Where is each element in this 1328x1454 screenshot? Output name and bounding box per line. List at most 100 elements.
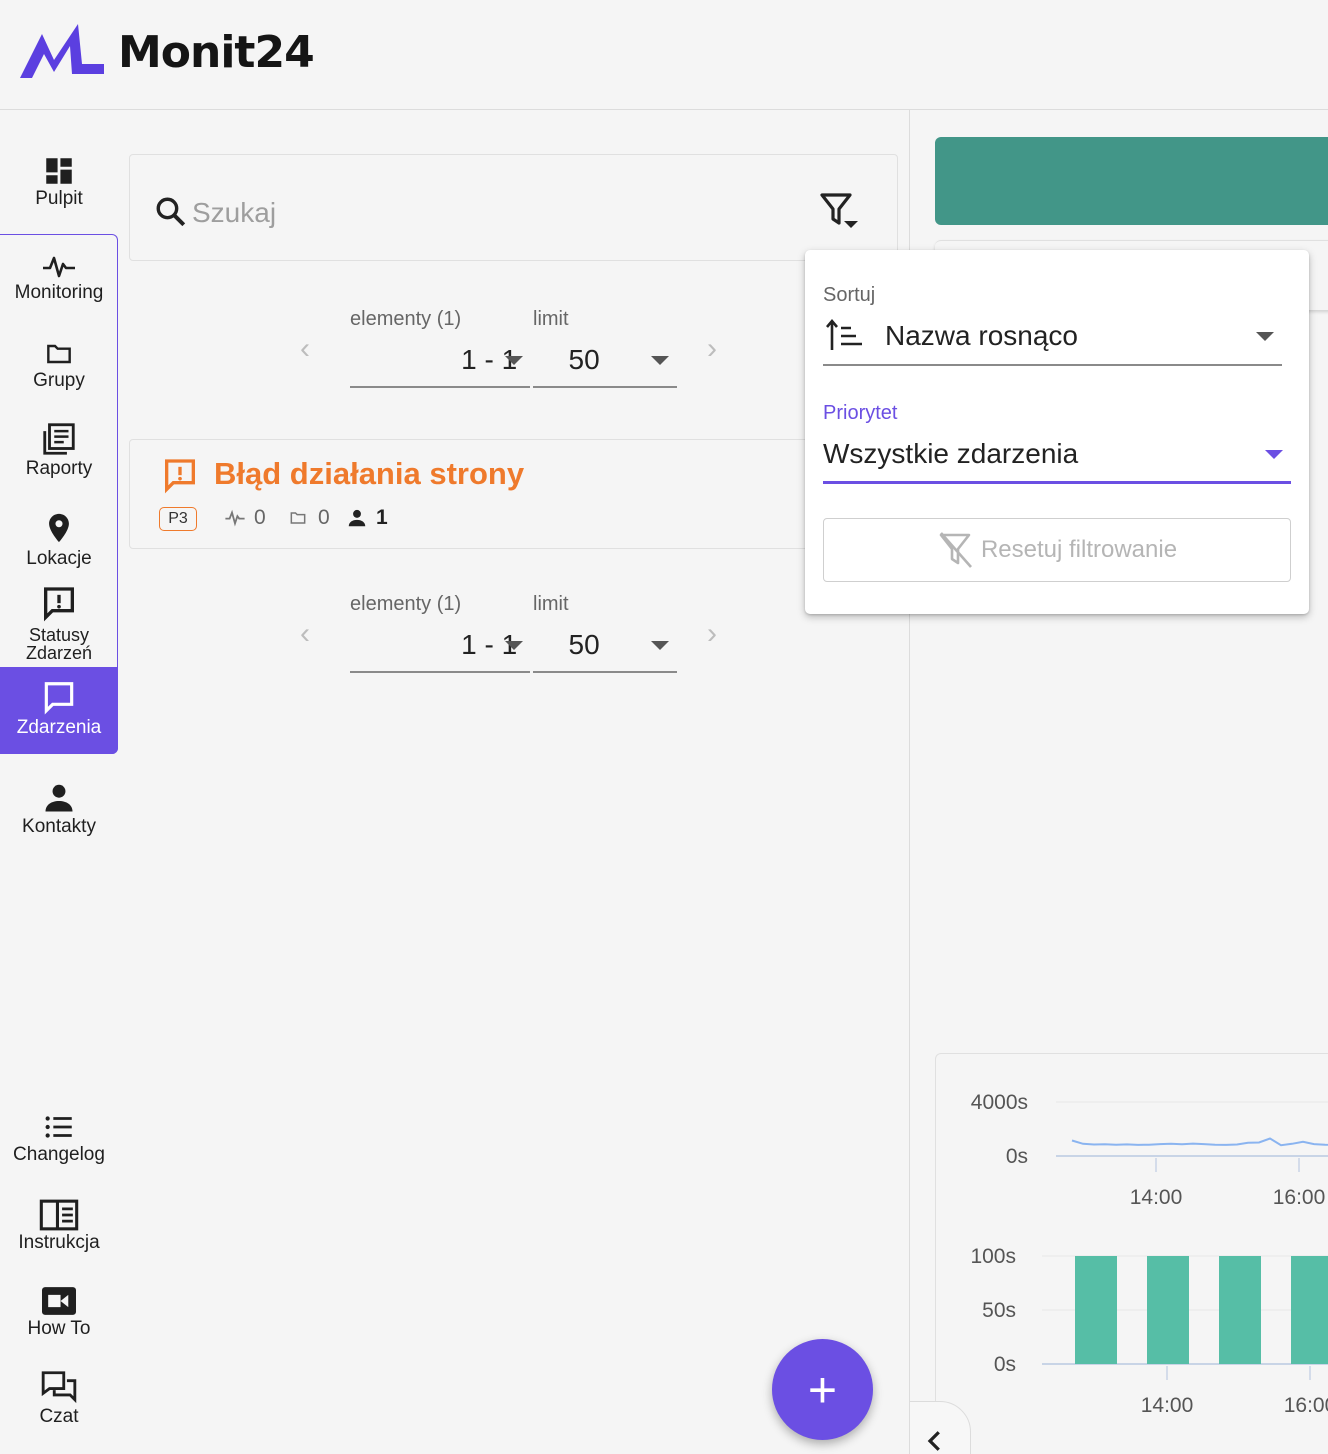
limit-select[interactable]: limit 50 xyxy=(533,593,677,673)
sidebar-item-label: How To xyxy=(27,1318,91,1339)
person-icon xyxy=(348,509,366,527)
event-title[interactable]: Błąd działania strony xyxy=(214,456,524,492)
sidebar: Pulpit Monitoring Grupy Raporty Lokacje … xyxy=(0,110,118,1454)
sidebar-item-label: Czat xyxy=(39,1406,79,1427)
bar xyxy=(1219,1256,1261,1364)
reports-icon xyxy=(43,423,75,455)
bar xyxy=(1075,1256,1117,1364)
priority-label: Priorytet xyxy=(823,402,898,424)
next-page-icon[interactable]: › xyxy=(707,617,717,651)
alert-message-icon xyxy=(44,587,74,622)
groups-count: 0 xyxy=(286,506,330,530)
monitors-count: 0 xyxy=(224,506,266,530)
line-series xyxy=(1071,1137,1328,1147)
sidebar-item-instrukcja[interactable]: Instrukcja xyxy=(0,1198,118,1274)
sidebar-item-label: Grupy xyxy=(33,370,85,391)
sidebar-item-grupy[interactable]: Grupy xyxy=(0,338,118,410)
prev-page-icon[interactable]: ‹ xyxy=(300,617,310,651)
limit-label: limit xyxy=(533,308,569,330)
chevron-down-icon xyxy=(1256,332,1274,341)
sidebar-item-lokacje[interactable]: Lokacje xyxy=(0,508,118,584)
alert-message-icon xyxy=(165,459,195,494)
range-select[interactable]: elementy (1) 1 - 1 xyxy=(350,308,530,388)
charts-svg: 4000s 0s 14:00 16:00 100s 50s 0s 14:00 16:00 xyxy=(970,1091,1328,1417)
prev-page-icon[interactable]: ‹ xyxy=(300,332,310,366)
sidebar-item-changelog[interactable]: Changelog xyxy=(0,1110,118,1186)
sidebar-item-czat[interactable]: Czat xyxy=(0,1368,118,1448)
sidebar-item-label: Changelog xyxy=(13,1144,105,1165)
priority-badge: P3 xyxy=(159,507,197,531)
bar xyxy=(1147,1256,1189,1364)
sidebar-item-label: Zdarzenia xyxy=(16,717,102,738)
sort-label: Sortuj xyxy=(823,284,876,306)
status-summary-bar[interactable] xyxy=(935,137,1328,225)
app-header: Monit24 xyxy=(0,0,1328,110)
x-tick-label: 14:00 xyxy=(1130,1186,1183,1209)
search-icon xyxy=(156,197,186,227)
next-page-icon[interactable]: › xyxy=(707,332,717,366)
sidebar-item-label: Instrukcja xyxy=(18,1232,100,1253)
sidebar-item-statusy[interactable]: Statusy Zdarzeń xyxy=(0,584,118,666)
sort-value: Nazwa rosnąco xyxy=(885,320,1078,351)
add-event-button[interactable]: + xyxy=(772,1339,873,1440)
y-tick-label: 4000s xyxy=(971,1091,1028,1114)
contacts-count: 1 xyxy=(346,506,388,530)
chevron-left-icon xyxy=(927,1431,940,1451)
sidebar-item-label: Monitoring xyxy=(14,282,104,303)
chevron-down-icon xyxy=(505,641,523,650)
search-input[interactable] xyxy=(192,195,752,231)
collapse-panel-button[interactable] xyxy=(909,1401,971,1454)
search-card xyxy=(129,154,898,261)
filter-sort-icon[interactable] xyxy=(818,191,862,231)
logo[interactable]: Monit24 xyxy=(20,24,315,80)
app-name: Monit24 xyxy=(118,26,315,78)
chevron-down-icon xyxy=(1265,450,1283,459)
y-tick-label: 0s xyxy=(994,1353,1016,1376)
sidebar-item-monitoring[interactable]: Monitoring xyxy=(0,252,118,324)
pulse-icon xyxy=(225,509,245,527)
person-icon xyxy=(45,784,73,812)
pager-bottom: ‹ elementy (1) 1 - 1 limit 50 › xyxy=(300,593,730,673)
range-select[interactable]: elementy (1) 1 - 1 xyxy=(350,593,530,673)
elements-label: elementy (1) xyxy=(350,593,462,615)
chat-bubble-icon xyxy=(44,682,74,715)
event-card[interactable]: Błąd działania strony P3 0 0 1 xyxy=(129,439,898,549)
filter-panel: Sortuj Nazwa rosnąco Priorytet Wszystkie… xyxy=(805,250,1309,614)
chevron-down-icon xyxy=(505,356,523,365)
limit-label: limit xyxy=(533,593,569,615)
sidebar-item-raporty[interactable]: Raporty xyxy=(0,420,118,496)
chevron-down-icon xyxy=(651,641,669,650)
x-tick-label: 14:00 xyxy=(1141,1394,1194,1417)
reset-filter-label: Resetuj filtrowanie xyxy=(980,536,1178,563)
x-tick-label: 16:00 xyxy=(1273,1186,1326,1209)
reset-filter-button[interactable]: Resetuj filtrowanie xyxy=(823,518,1291,582)
location-pin-icon xyxy=(49,513,69,543)
sort-ascending-icon xyxy=(826,318,862,350)
logo-mark-icon xyxy=(20,24,104,78)
y-tick-label: 0s xyxy=(1006,1145,1028,1168)
book-icon xyxy=(39,1199,79,1231)
limit-select[interactable]: limit 50 xyxy=(533,308,677,388)
folder-icon xyxy=(47,344,71,364)
filter-off-icon xyxy=(939,532,972,568)
sidebar-item-label: Statusy Zdarzeń xyxy=(25,625,93,663)
folder-icon xyxy=(290,512,306,524)
priority-value: Wszystkie zdarzenia xyxy=(823,438,1079,469)
bar xyxy=(1291,1256,1328,1364)
sidebar-item-pulpit[interactable]: Pulpit xyxy=(0,154,118,226)
sidebar-item-howto[interactable]: How To xyxy=(0,1284,118,1360)
sidebar-item-label: Lokacje xyxy=(26,548,92,569)
sidebar-item-label: Raporty xyxy=(25,458,93,479)
dashboard-icon xyxy=(46,158,72,184)
elements-label: elementy (1) xyxy=(350,308,462,330)
pulse-icon xyxy=(43,256,75,278)
pager-top: ‹ elementy (1) 1 - 1 limit 50 › xyxy=(300,308,730,388)
chart-card: 4000s 0s 14:00 16:00 100s 50s 0s 14:00 16:00 xyxy=(935,1053,1328,1454)
y-tick-label: 100s xyxy=(970,1245,1016,1268)
limit-value: 50 xyxy=(568,629,600,660)
sidebar-item-label: Kontakty xyxy=(22,816,96,837)
sidebar-item-kontakty[interactable]: Kontakty xyxy=(0,780,118,856)
x-tick-label: 16:00 xyxy=(1284,1394,1328,1417)
sidebar-item-zdarzenia[interactable]: Zdarzenia xyxy=(0,667,118,754)
chevron-down-icon xyxy=(651,356,669,365)
